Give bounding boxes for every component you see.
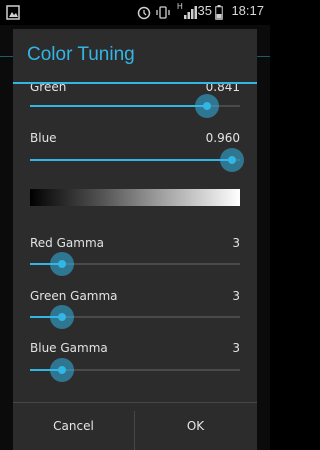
green-slider[interactable] — [30, 94, 240, 118]
vibrate-icon — [156, 6, 170, 19]
slider-fill — [30, 159, 232, 161]
slider-fill — [30, 105, 207, 107]
blue-value: 0.960 — [205, 131, 240, 145]
color-preview-gradient — [30, 189, 240, 206]
network-type: H — [177, 2, 183, 11]
blue-label: Blue — [30, 131, 57, 145]
title-divider — [13, 82, 257, 84]
dialog-title: Color Tuning — [27, 44, 135, 65]
signal-icon — [184, 6, 197, 19]
dialog-content[interactable]: Green 0.841 Blue 0.960 Red Gamma 3 Green… — [13, 84, 257, 402]
battery-level: 35 — [197, 3, 212, 18]
slider-thumb[interactable] — [49, 305, 74, 329]
image-icon — [6, 5, 20, 20]
slider-thumb[interactable] — [49, 358, 74, 382]
ok-button[interactable]: OK — [135, 403, 256, 450]
green-gamma-label: Green Gamma — [30, 289, 118, 303]
green-label: Green — [30, 84, 67, 94]
blue-gamma-label: Blue Gamma — [30, 341, 108, 355]
slider-thumb[interactable] — [49, 252, 74, 276]
green-value: 0.841 — [205, 84, 240, 94]
clock: 18:17 — [231, 3, 264, 18]
blue-slider[interactable] — [30, 148, 244, 172]
green-gamma-value: 3 — [232, 289, 240, 303]
red-gamma-value: 3 — [232, 236, 240, 250]
cancel-button[interactable]: Cancel — [13, 403, 134, 450]
green-gamma-slider[interactable] — [30, 305, 240, 329]
dialog-button-bar: Cancel OK — [13, 402, 257, 450]
color-tuning-dialog: Color Tuning Green 0.841 Blue 0.960 Red … — [13, 29, 257, 450]
slider-thumb[interactable] — [194, 94, 219, 118]
blue-gamma-value: 3 — [232, 341, 240, 355]
blue-gamma-slider[interactable] — [30, 358, 240, 382]
alarm-icon — [137, 6, 151, 20]
dialog-header: Color Tuning — [13, 29, 257, 82]
slider-thumb[interactable] — [219, 148, 244, 172]
red-gamma-label: Red Gamma — [30, 236, 104, 250]
red-gamma-slider[interactable] — [30, 252, 240, 276]
battery-icon — [215, 5, 223, 20]
status-bar: H 35 18:17 — [0, 0, 270, 25]
